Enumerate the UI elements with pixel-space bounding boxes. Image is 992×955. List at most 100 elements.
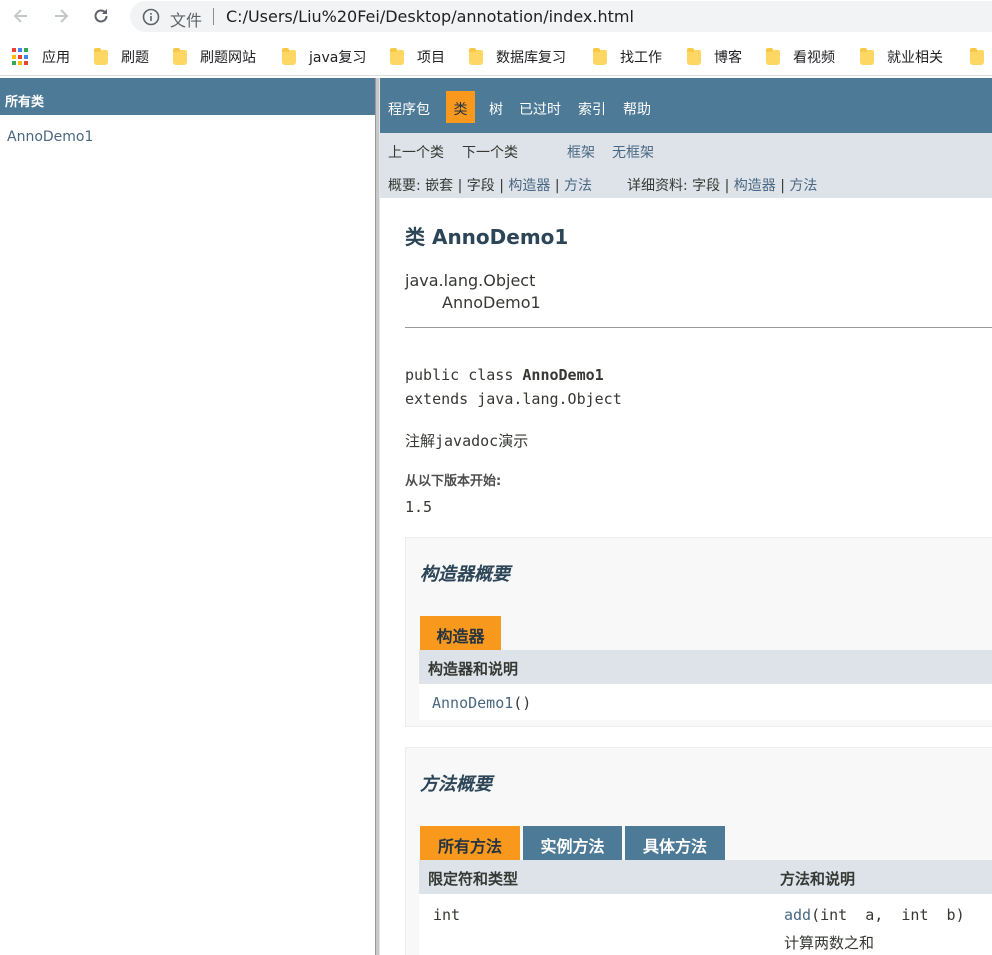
no-frames-link[interactable]: 无框架 (612, 142, 654, 162)
method-summary: 方法概要 所有方法 实例方法 具体方法 限定符和类型 方法和说明 int add… (405, 747, 992, 955)
bookmark-folder[interactable]: 看视频 (766, 47, 835, 67)
forward-button[interactable] (48, 4, 74, 28)
since-value: 1.5 (405, 498, 433, 516)
detail-constructor-link[interactable]: 构造器 (734, 178, 776, 194)
bookmark-label: 博客 (714, 50, 742, 66)
bookmark-label: 数据库复习 (496, 50, 566, 66)
nav-help[interactable]: 帮助 (623, 99, 651, 119)
detail-method-link[interactable]: 方法 (789, 178, 817, 194)
tab-instance-methods[interactable]: 实例方法 (523, 826, 622, 860)
next-class-text: 下一个类 (462, 145, 518, 161)
nav-tree[interactable]: 树 (489, 99, 503, 119)
sub-navbar: 上一个类 下一个类 框架 无框架 概要: 嵌套 | 字段 | 构造器 | 方法 … (380, 133, 992, 198)
bookmark-folder[interactable]: 博客 (687, 47, 742, 67)
bookmarks-bar: 应用 刷题 刷题网站 java复习 项目 数据库复习 找工作 博客 看视频 就业… (0, 36, 992, 76)
arrow-right-icon (55, 9, 69, 23)
nav-index[interactable]: 索引 (578, 99, 606, 119)
separator: | (457, 178, 463, 194)
column-constructor-description: 构造器和说明 (428, 660, 519, 678)
method-description: 计算两数之和 (784, 934, 875, 952)
all-classes-header: 所有类 (0, 78, 375, 115)
method-return-type: int (433, 906, 461, 924)
bookmark-label: 就业相关 (887, 50, 943, 66)
omnibox[interactable]: 文件 C:/Users/Liu%20Fei/Desktop/annotation… (130, 1, 992, 32)
separator: | (554, 178, 560, 194)
method-column-header: 限定符和类型 方法和说明 (419, 860, 992, 894)
bookmark-label: 看视频 (793, 50, 835, 66)
summary-constructor-link[interactable]: 构造器 (508, 178, 550, 194)
folder-icon (970, 47, 984, 65)
apps-grid-icon (12, 48, 30, 66)
address-bar-row: 文件 C:/Users/Liu%20Fei/Desktop/annotation… (0, 0, 992, 34)
bookmark-label: 找工作 (620, 50, 662, 66)
column-method-description: 方法和说明 (780, 870, 856, 888)
summary-field-text: 字段 (466, 178, 495, 194)
tab-all-methods[interactable]: 所有方法 (420, 826, 520, 860)
reload-button[interactable] (88, 4, 114, 28)
table-row: int add(int a, int b) 计算两数之和 (419, 894, 992, 955)
detail-field-text: 字段 (692, 178, 721, 194)
bookmark-folder[interactable]: 项目 (390, 47, 445, 67)
constructor-params: () (513, 694, 532, 712)
folder-icon (860, 47, 874, 65)
class-link-annodemo1[interactable]: AnnoDemo1 (7, 129, 93, 145)
back-button[interactable] (8, 4, 34, 28)
bookmark-folder[interactable]: 就业相关 (860, 47, 943, 67)
frames-link[interactable]: 框架 (567, 142, 595, 162)
class-signature: public class AnnoDemo1 (405, 366, 604, 384)
arrow-left-icon (13, 9, 27, 23)
signature-class-name: AnnoDemo1 (522, 366, 604, 384)
prev-class-text: 上一个类 (388, 145, 444, 161)
folder-icon (282, 47, 296, 65)
folder-icon (469, 47, 483, 65)
class-extends: extends java.lang.Object (405, 390, 622, 408)
class-title: 类 AnnoDemo1 (405, 225, 569, 249)
nav-package[interactable]: 程序包 (388, 99, 430, 119)
bookmark-folder[interactable]: java复习 (282, 47, 366, 67)
bookmark-folder[interactable]: 刷题 (94, 47, 149, 67)
bookmark-label: 项目 (417, 50, 445, 66)
summary-prefix: 概要: (388, 178, 421, 194)
separator: | (724, 178, 730, 194)
constructor-summary-title: 构造器概要 (420, 564, 510, 585)
bookmark-label: 应用 (42, 50, 70, 66)
since-label: 从以下版本开始: (405, 474, 502, 489)
folder-icon (687, 47, 701, 65)
folder-icon (390, 47, 404, 65)
method-summary-title: 方法概要 (420, 774, 492, 795)
separator: | (499, 178, 504, 194)
method-link-add[interactable]: add (784, 906, 811, 924)
folder-icon (766, 47, 780, 65)
class-detail-frame: 程序包 类 树 已过时 索引 帮助 上一个类 下一个类 框架 无框架 概要: 嵌… (380, 78, 992, 955)
reload-icon (94, 9, 108, 23)
detail-links: 详细资料: 字段 | 构造器 | 方法 (627, 175, 817, 195)
column-modifier-type: 限定符和类型 (428, 870, 519, 888)
folder-icon (593, 47, 607, 65)
tab-concrete-methods[interactable]: 具体方法 (625, 826, 725, 860)
all-classes-frame: 所有类 AnnoDemo1 (0, 78, 375, 955)
summary-method-link[interactable]: 方法 (564, 178, 592, 194)
bookmark-folder-overflow[interactable] (970, 47, 992, 67)
url-text[interactable]: C:/Users/Liu%20Fei/Desktop/annotation/in… (226, 7, 634, 26)
inheritance-root: java.lang.Object (405, 271, 536, 290)
constructor-link[interactable]: AnnoDemo1 (432, 694, 513, 712)
info-icon[interactable] (142, 8, 160, 26)
bookmark-label: 刷题 (121, 50, 149, 66)
omnibox-separator (213, 8, 214, 25)
top-navbar: 程序包 类 树 已过时 索引 帮助 (380, 78, 992, 133)
bookmark-label: java复习 (309, 50, 367, 66)
folder-icon (94, 47, 108, 65)
folder-icon (173, 47, 187, 65)
inheritance-child: AnnoDemo1 (442, 293, 541, 312)
table-row: AnnoDemo1() (419, 684, 992, 720)
constructor-signature: AnnoDemo1() (432, 694, 531, 712)
summary-nested-text: 嵌套 (425, 178, 454, 194)
separator: | (780, 178, 785, 194)
method-signature: add(int a, int b) (784, 906, 965, 924)
bookmark-folder[interactable]: 数据库复习 (469, 47, 566, 67)
nav-class-active: 类 (446, 91, 475, 123)
bookmark-folder[interactable]: 找工作 (593, 47, 662, 67)
nav-deprecated[interactable]: 已过时 (519, 99, 561, 119)
bookmark-apps[interactable]: 应用 (12, 47, 70, 67)
bookmark-folder[interactable]: 刷题网站 (173, 47, 256, 67)
